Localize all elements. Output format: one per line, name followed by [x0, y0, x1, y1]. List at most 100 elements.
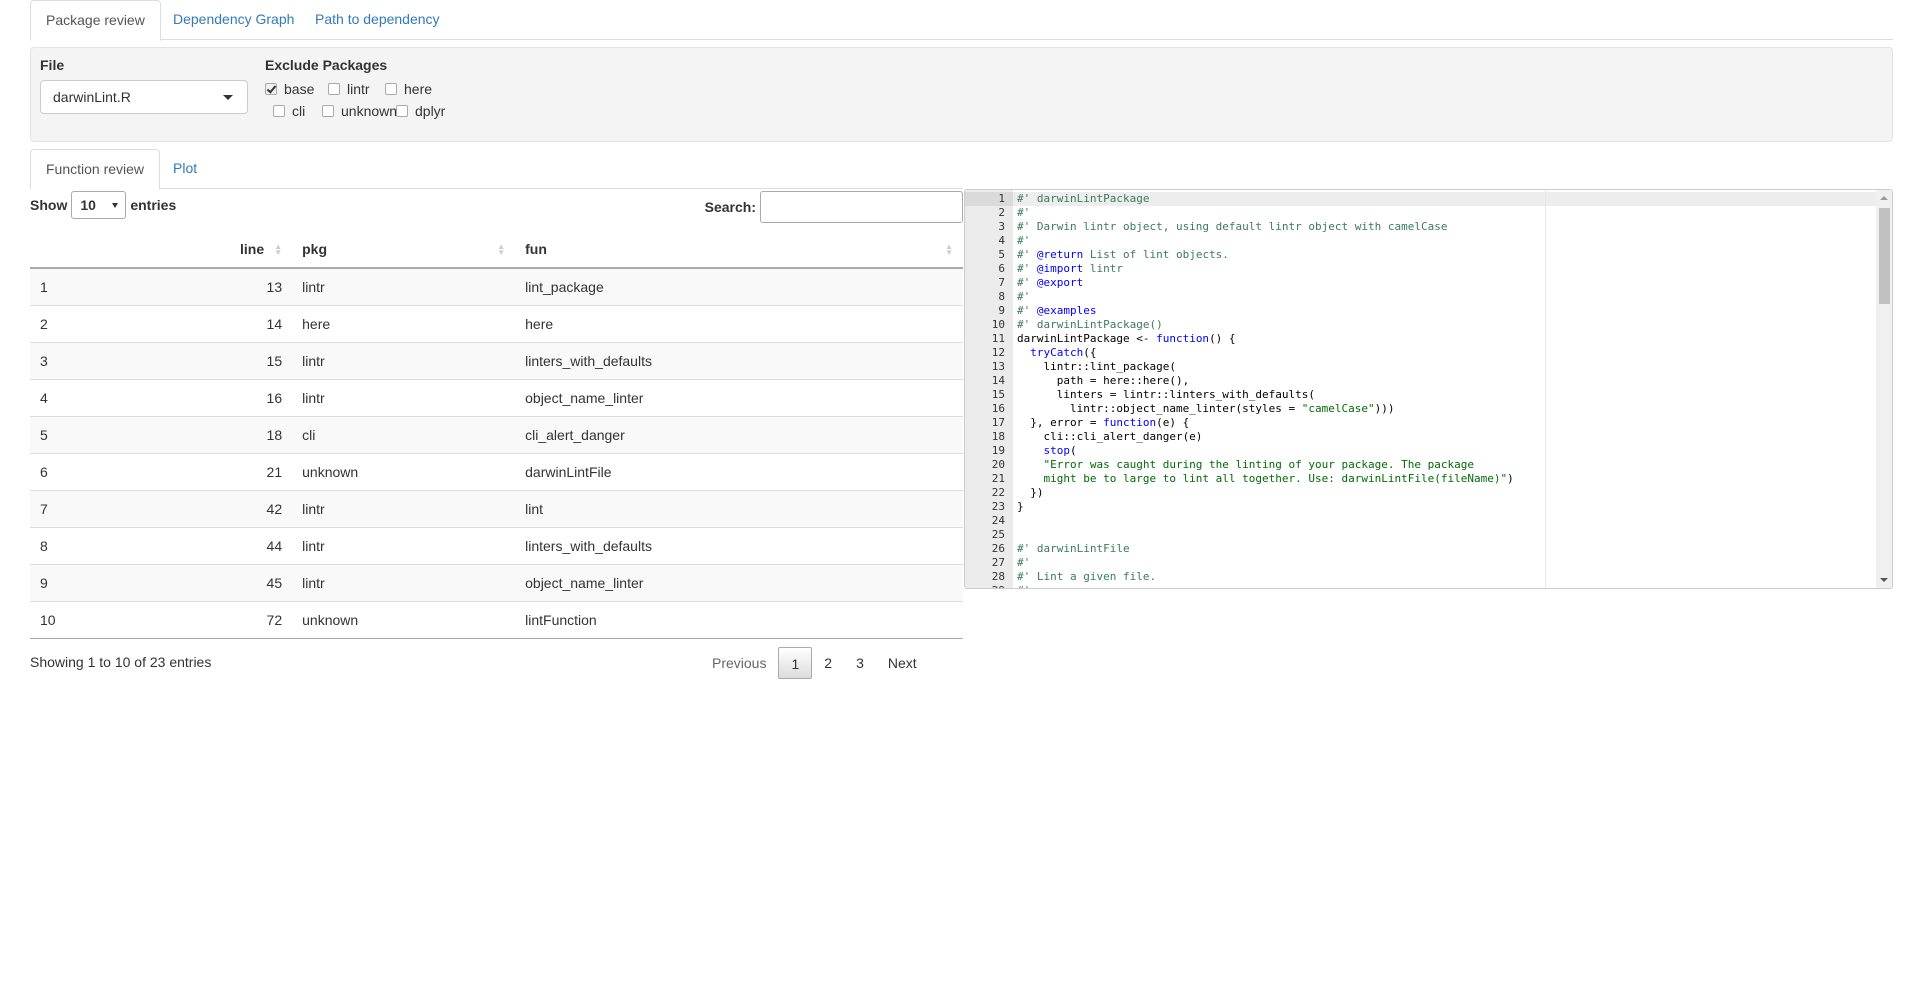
- tab-plot[interactable]: Plot: [158, 149, 212, 189]
- code-token: path = here::here(),: [1017, 374, 1190, 387]
- checkbox-label: unknown: [341, 103, 398, 119]
- table-row[interactable]: 5 18 cli cli_alert_danger: [30, 415, 963, 453]
- checkbox-unchecked-icon[interactable]: [385, 83, 397, 95]
- code-token: @import: [1036, 262, 1084, 275]
- column-header-label: pkg: [302, 240, 328, 257]
- cell-pkg: lintr: [292, 563, 516, 601]
- pagination-page-2[interactable]: 2: [812, 647, 844, 679]
- entries-length-select[interactable]: 10: [71, 191, 127, 219]
- editor-scrollbar[interactable]: [1876, 190, 1892, 588]
- cell-line: 14: [230, 304, 293, 342]
- code-line: #' darwinLintPackage(): [1017, 318, 1163, 332]
- code-token: might be to large to lint all together. …: [1017, 472, 1508, 485]
- scrollbar-thumb[interactable]: [1879, 208, 1890, 304]
- table-row[interactable]: 1 13 lintr lint_package: [30, 268, 963, 305]
- tab-dependency-graph[interactable]: Dependency Graph: [158, 0, 309, 40]
- code-line: #' darwinLintFile: [1017, 542, 1130, 556]
- scroll-up-icon[interactable]: [1880, 196, 1888, 200]
- code-line: #' darwinLintPackage: [1017, 192, 1149, 206]
- code-line: cli::cli_alert_danger(e): [1017, 430, 1202, 444]
- pagination-page-3[interactable]: 3: [844, 647, 876, 679]
- code-editor[interactable]: #' darwinLintPackage #' #' Darwin lintr ob…: [964, 189, 1893, 589]
- line-number: 25: [991, 528, 1005, 541]
- code-line: }: [1017, 500, 1024, 514]
- code-line: "Error was caught during the linting of …: [1017, 458, 1473, 472]
- code-line: }, error = function(e) {: [1017, 416, 1189, 430]
- column-header-line[interactable]: line ▲ ▼: [230, 230, 293, 269]
- checkbox-unchecked-icon[interactable]: [396, 105, 408, 117]
- checkbox-here[interactable]: here: [385, 81, 432, 97]
- table-row[interactable]: 8 44 lintr linters_with_defaults: [30, 526, 963, 564]
- line-number: 2: [998, 206, 1005, 219]
- sort-icon[interactable]: ▲ ▼: [945, 243, 953, 257]
- line-number: 27: [991, 556, 1005, 569]
- entries-length-control: Show 10 entries: [30, 191, 176, 219]
- checkbox-unchecked-icon[interactable]: [322, 105, 334, 117]
- chevron-down-icon: [223, 95, 233, 100]
- cell-line: 18: [230, 415, 293, 453]
- checkbox-base[interactable]: base: [265, 81, 314, 97]
- code-token: #' Lint a given file.: [1017, 570, 1157, 583]
- cell-pkg: unknown: [292, 452, 516, 490]
- table-row[interactable]: 6 21 unknown darwinLintFile: [30, 452, 963, 490]
- column-header-label: fun: [525, 240, 547, 257]
- line-number: 28: [991, 570, 1005, 583]
- cell-fun: linters_with_defaults: [515, 526, 963, 564]
- pagination-page-1[interactable]: 1: [778, 647, 813, 679]
- checkbox-checked-icon[interactable]: [265, 83, 277, 95]
- pagination: Previous 1 2 3 Next: [700, 646, 929, 680]
- checkbox-lintr[interactable]: lintr: [328, 81, 370, 97]
- table-row[interactable]: 9 45 lintr object_name_linter: [30, 563, 963, 601]
- checkbox-unknown[interactable]: unknown: [322, 103, 397, 119]
- chevron-down-icon: [112, 203, 119, 208]
- scroll-down-icon[interactable]: [1880, 578, 1888, 582]
- tab-function-review[interactable]: Function review: [30, 149, 161, 190]
- table-row[interactable]: 7 42 lintr lint: [30, 489, 963, 527]
- tab-path-to-dependency[interactable]: Path to dependency: [300, 0, 455, 40]
- column-header-label: line: [240, 240, 265, 257]
- pagination-previous[interactable]: Previous: [700, 647, 778, 679]
- code-line: stop(: [1017, 444, 1077, 458]
- code-line: #': [1017, 556, 1030, 570]
- table-header-row: line ▲ ▼ pkg ▲ ▼ fun ▲ ▼: [30, 230, 963, 269]
- code-token: ))): [1374, 402, 1395, 415]
- tab-package-review[interactable]: Package review: [30, 0, 161, 41]
- cell-line: 72: [230, 600, 293, 639]
- code-line: lintr::object_name_linter(styles = "came…: [1017, 402, 1395, 416]
- cell-index: 7: [30, 489, 230, 527]
- sort-icon[interactable]: ▲ ▼: [274, 243, 282, 257]
- table-row[interactable]: 4 16 lintr object_name_linter: [30, 378, 963, 416]
- code-token: #': [1017, 206, 1031, 219]
- sort-icon[interactable]: ▲ ▼: [497, 243, 505, 257]
- file-select[interactable]: darwinLint.R: [40, 80, 248, 114]
- line-number: 24: [991, 514, 1005, 527]
- checkbox-unchecked-icon[interactable]: [328, 83, 340, 95]
- line-number: 29: [965, 584, 1005, 588]
- column-header-pkg[interactable]: pkg ▲ ▼: [292, 230, 516, 269]
- cell-fun: object_name_linter: [515, 563, 963, 601]
- search-input[interactable]: [760, 191, 963, 223]
- checkbox-cli[interactable]: cli: [273, 103, 305, 119]
- code-token: darwinLintPackage <-: [1017, 332, 1157, 345]
- cell-pkg: here: [292, 304, 516, 342]
- code-line: #' @return List of lint objects.: [1017, 248, 1229, 262]
- code-token: #' Darwin lintr object, using default li…: [1017, 220, 1448, 233]
- code-token: tryCatch: [1030, 346, 1084, 359]
- table-row[interactable]: 10 72 unknown lintFunction: [30, 600, 963, 639]
- column-header-fun[interactable]: fun ▲ ▼: [515, 230, 963, 269]
- cell-index: 9: [30, 563, 230, 601]
- cell-line: 21: [230, 452, 293, 490]
- checkbox-dplyr[interactable]: dplyr: [396, 103, 445, 119]
- entries-label: entries: [130, 197, 177, 213]
- pagination-next[interactable]: Next: [876, 647, 929, 679]
- code-token: #' darwinLintPackage(): [1017, 318, 1163, 331]
- code-token: }: [1017, 500, 1024, 513]
- code-token: (: [1070, 444, 1077, 457]
- code-line: tryCatch({: [1017, 346, 1096, 360]
- code-line: #': [1017, 234, 1030, 248]
- checkbox-unchecked-icon[interactable]: [273, 105, 285, 117]
- cell-pkg: lintr: [292, 268, 516, 305]
- table-row[interactable]: 2 14 here here: [30, 304, 963, 342]
- table-row[interactable]: 3 15 lintr linters_with_defaults: [30, 341, 963, 379]
